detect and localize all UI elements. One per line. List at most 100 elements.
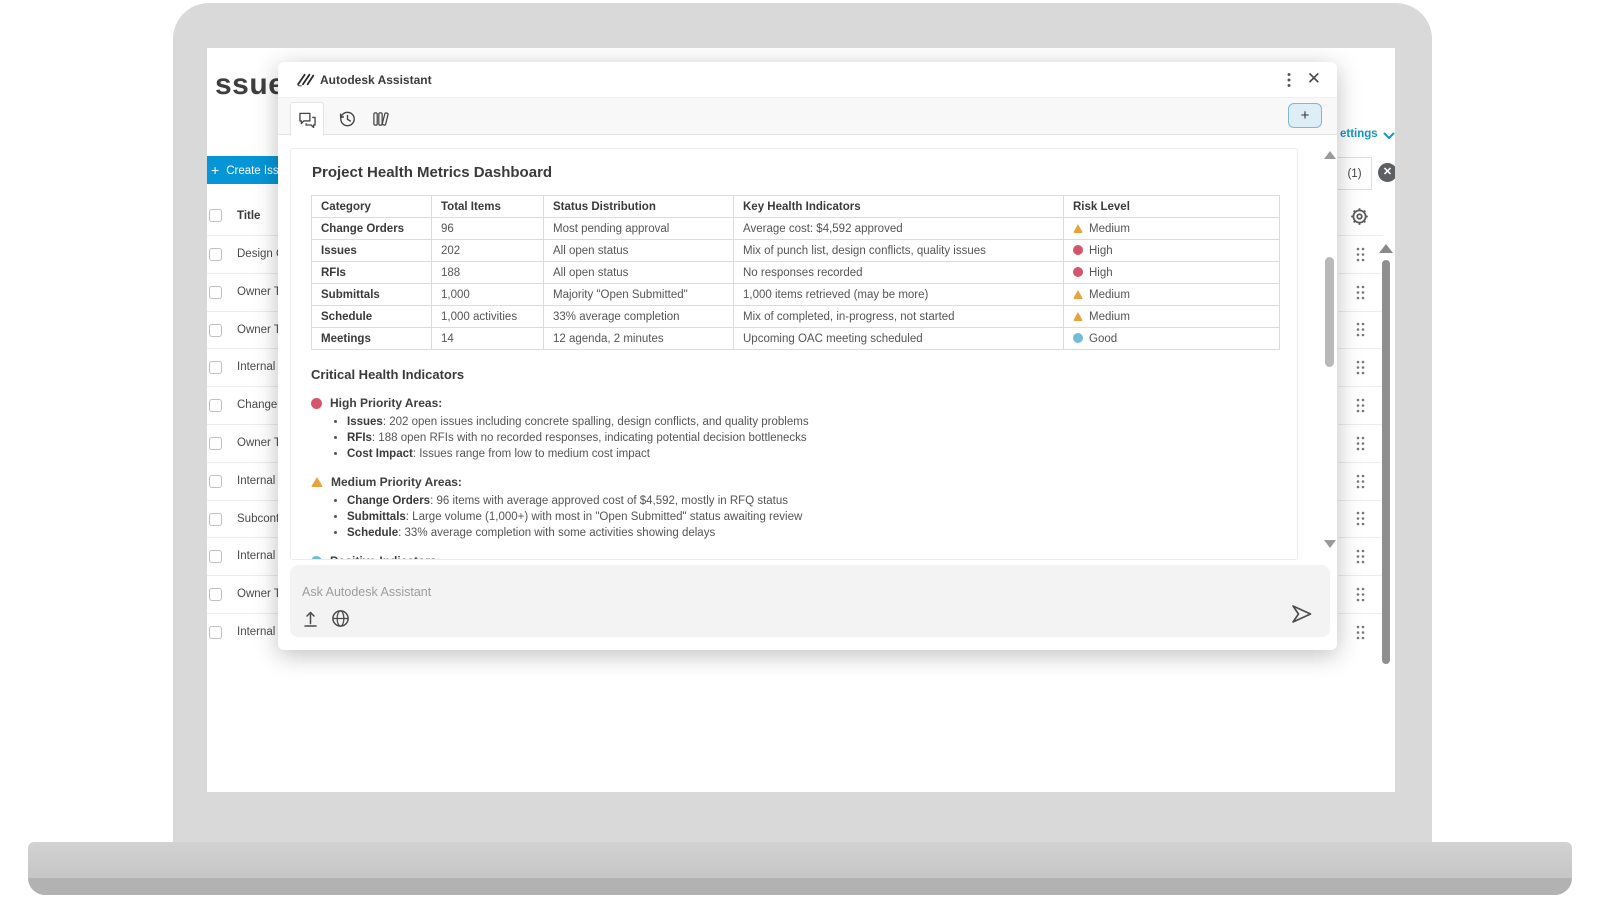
chat-tab-icon <box>298 111 317 128</box>
issue-title: Owner T& <box>237 286 278 298</box>
issue-row[interactable]: Internal <box>207 613 278 651</box>
dialog-header: Autodesk Assistant ✕ <box>278 62 1337 98</box>
issue-row[interactable]: Owner T& <box>207 424 278 462</box>
new-chat-button[interactable]: + <box>1288 103 1322 128</box>
row-actions-button[interactable] <box>1338 537 1383 575</box>
issue-title: Design C <box>237 248 278 260</box>
priority-heading: High Priority Areas: <box>311 396 1277 410</box>
high-risk-icon <box>1073 267 1083 277</box>
issue-row[interactable]: Owner T& <box>207 273 278 311</box>
more-actions-icon <box>1355 321 1366 338</box>
assistant-input[interactable] <box>290 565 1330 605</box>
plus-icon: + <box>211 162 219 178</box>
issue-row[interactable]: Internal <box>207 348 278 386</box>
issue-row[interactable]: Subcontr <box>207 500 278 538</box>
warning-risk-icon <box>1073 290 1083 299</box>
row-checkbox[interactable] <box>209 399 222 412</box>
issue-row[interactable]: Internal <box>207 537 278 575</box>
warning-risk-icon <box>1073 224 1083 233</box>
row-actions-button[interactable] <box>1338 462 1383 500</box>
more-actions-icon <box>1355 435 1366 452</box>
row-checkbox[interactable] <box>209 513 222 526</box>
create-issue-button[interactable]: + Create Issu <box>207 156 288 184</box>
priority-heading: Positive Indicators: <box>311 554 1277 560</box>
select-all-checkbox[interactable] <box>209 209 222 222</box>
metrics-row: RFIs188All open statusNo responses recor… <box>312 262 1280 284</box>
scroll-down-icon[interactable] <box>1324 540 1336 548</box>
issue-row[interactable]: Change W <box>207 386 278 424</box>
chevron-down-icon[interactable] <box>1383 132 1395 140</box>
row-actions-button[interactable] <box>1338 348 1383 386</box>
settings-link[interactable]: ettings <box>1340 128 1378 140</box>
row-actions-button[interactable] <box>1338 235 1383 273</box>
row-checkbox[interactable] <box>209 437 222 450</box>
metrics-row: Schedule1,000 activities33% average comp… <box>312 306 1280 328</box>
clear-filter-button[interactable]: ✕ <box>1378 163 1395 182</box>
issue-title: Subcontr <box>237 513 278 525</box>
new-chat-icon: + <box>1301 107 1310 124</box>
page-scrollbar[interactable] <box>1382 260 1390 664</box>
gear-icon[interactable] <box>1349 206 1370 227</box>
row-checkbox[interactable] <box>209 588 222 601</box>
issue-title: Owner T& <box>237 588 278 600</box>
more-actions-icon <box>1355 586 1366 603</box>
clear-filter-icon: ✕ <box>1383 166 1392 178</box>
autodesk-logo-icon <box>296 72 315 87</box>
issue-title: Internal <box>237 626 275 638</box>
tab-library[interactable] <box>364 102 398 135</box>
issue-title: Owner T& <box>237 437 278 449</box>
scroll-up-icon[interactable] <box>1324 151 1336 159</box>
issue-row[interactable]: Design C <box>207 235 278 273</box>
tab-history[interactable] <box>330 102 364 135</box>
more-actions-icon <box>1355 359 1366 376</box>
upload-icon[interactable] <box>302 610 319 628</box>
row-checkbox[interactable] <box>209 475 222 488</box>
create-issue-label: Create Issu <box>226 165 285 177</box>
high-risk-icon <box>1073 245 1083 255</box>
issue-row[interactable]: Owner T& <box>207 575 278 613</box>
row-checkbox[interactable] <box>209 248 222 261</box>
high-icon <box>311 398 322 409</box>
row-actions-button[interactable] <box>1338 386 1383 424</box>
row-actions-button[interactable] <box>1338 500 1383 538</box>
row-actions-button[interactable] <box>1338 424 1383 462</box>
priority-bullets: Change Orders: 96 items with average app… <box>311 495 1277 540</box>
laptop-base <box>28 842 1572 878</box>
issue-row[interactable]: Internal <box>207 462 278 500</box>
send-icon[interactable] <box>1289 602 1314 626</box>
screen: ssues +Create Issu Title Design COwner T… <box>207 48 1395 792</box>
metrics-table: Category Total Items Status Distribution… <box>311 195 1280 350</box>
tab-chat[interactable] <box>290 102 324 136</box>
globe-icon[interactable] <box>331 609 350 628</box>
row-actions-button[interactable] <box>1338 311 1383 349</box>
metrics-table-body: Change Orders96Most pending approvalAver… <box>312 218 1280 350</box>
row-checkbox[interactable] <box>209 361 222 374</box>
row-checkbox[interactable] <box>209 626 222 639</box>
overflow-menu-icon[interactable] <box>1287 72 1291 88</box>
dashboard-title: Project Health Metrics Dashboard <box>312 164 1277 181</box>
priority-heading: Medium Priority Areas: <box>311 475 1277 489</box>
more-actions-icon <box>1355 246 1366 263</box>
row-actions-col <box>1338 235 1383 651</box>
issue-row[interactable]: Owner T& <box>207 311 278 349</box>
more-actions-icon <box>1355 624 1366 641</box>
more-actions-icon <box>1355 548 1366 565</box>
close-icon[interactable]: ✕ <box>1307 69 1321 89</box>
dialog-scrollbar[interactable] <box>1325 257 1334 367</box>
row-actions-button[interactable] <box>1338 613 1383 651</box>
row-checkbox[interactable] <box>209 286 222 299</box>
more-actions-icon <box>1355 284 1366 301</box>
row-actions-button[interactable] <box>1338 273 1383 311</box>
filter-count-badge: (1) <box>1338 157 1372 190</box>
issues-table-header: Title <box>207 203 278 233</box>
scroll-up-icon[interactable] <box>1379 244 1393 253</box>
good-risk-icon <box>1073 333 1083 343</box>
laptop-base-edge <box>28 878 1572 895</box>
row-checkbox[interactable] <box>209 550 222 563</box>
issue-title: Owner T& <box>237 324 278 336</box>
dialog-title: Autodesk Assistant <box>320 73 432 87</box>
history-tab-icon <box>338 110 356 128</box>
issue-title: Internal <box>237 475 275 487</box>
row-actions-button[interactable] <box>1338 575 1383 613</box>
row-checkbox[interactable] <box>209 324 222 337</box>
